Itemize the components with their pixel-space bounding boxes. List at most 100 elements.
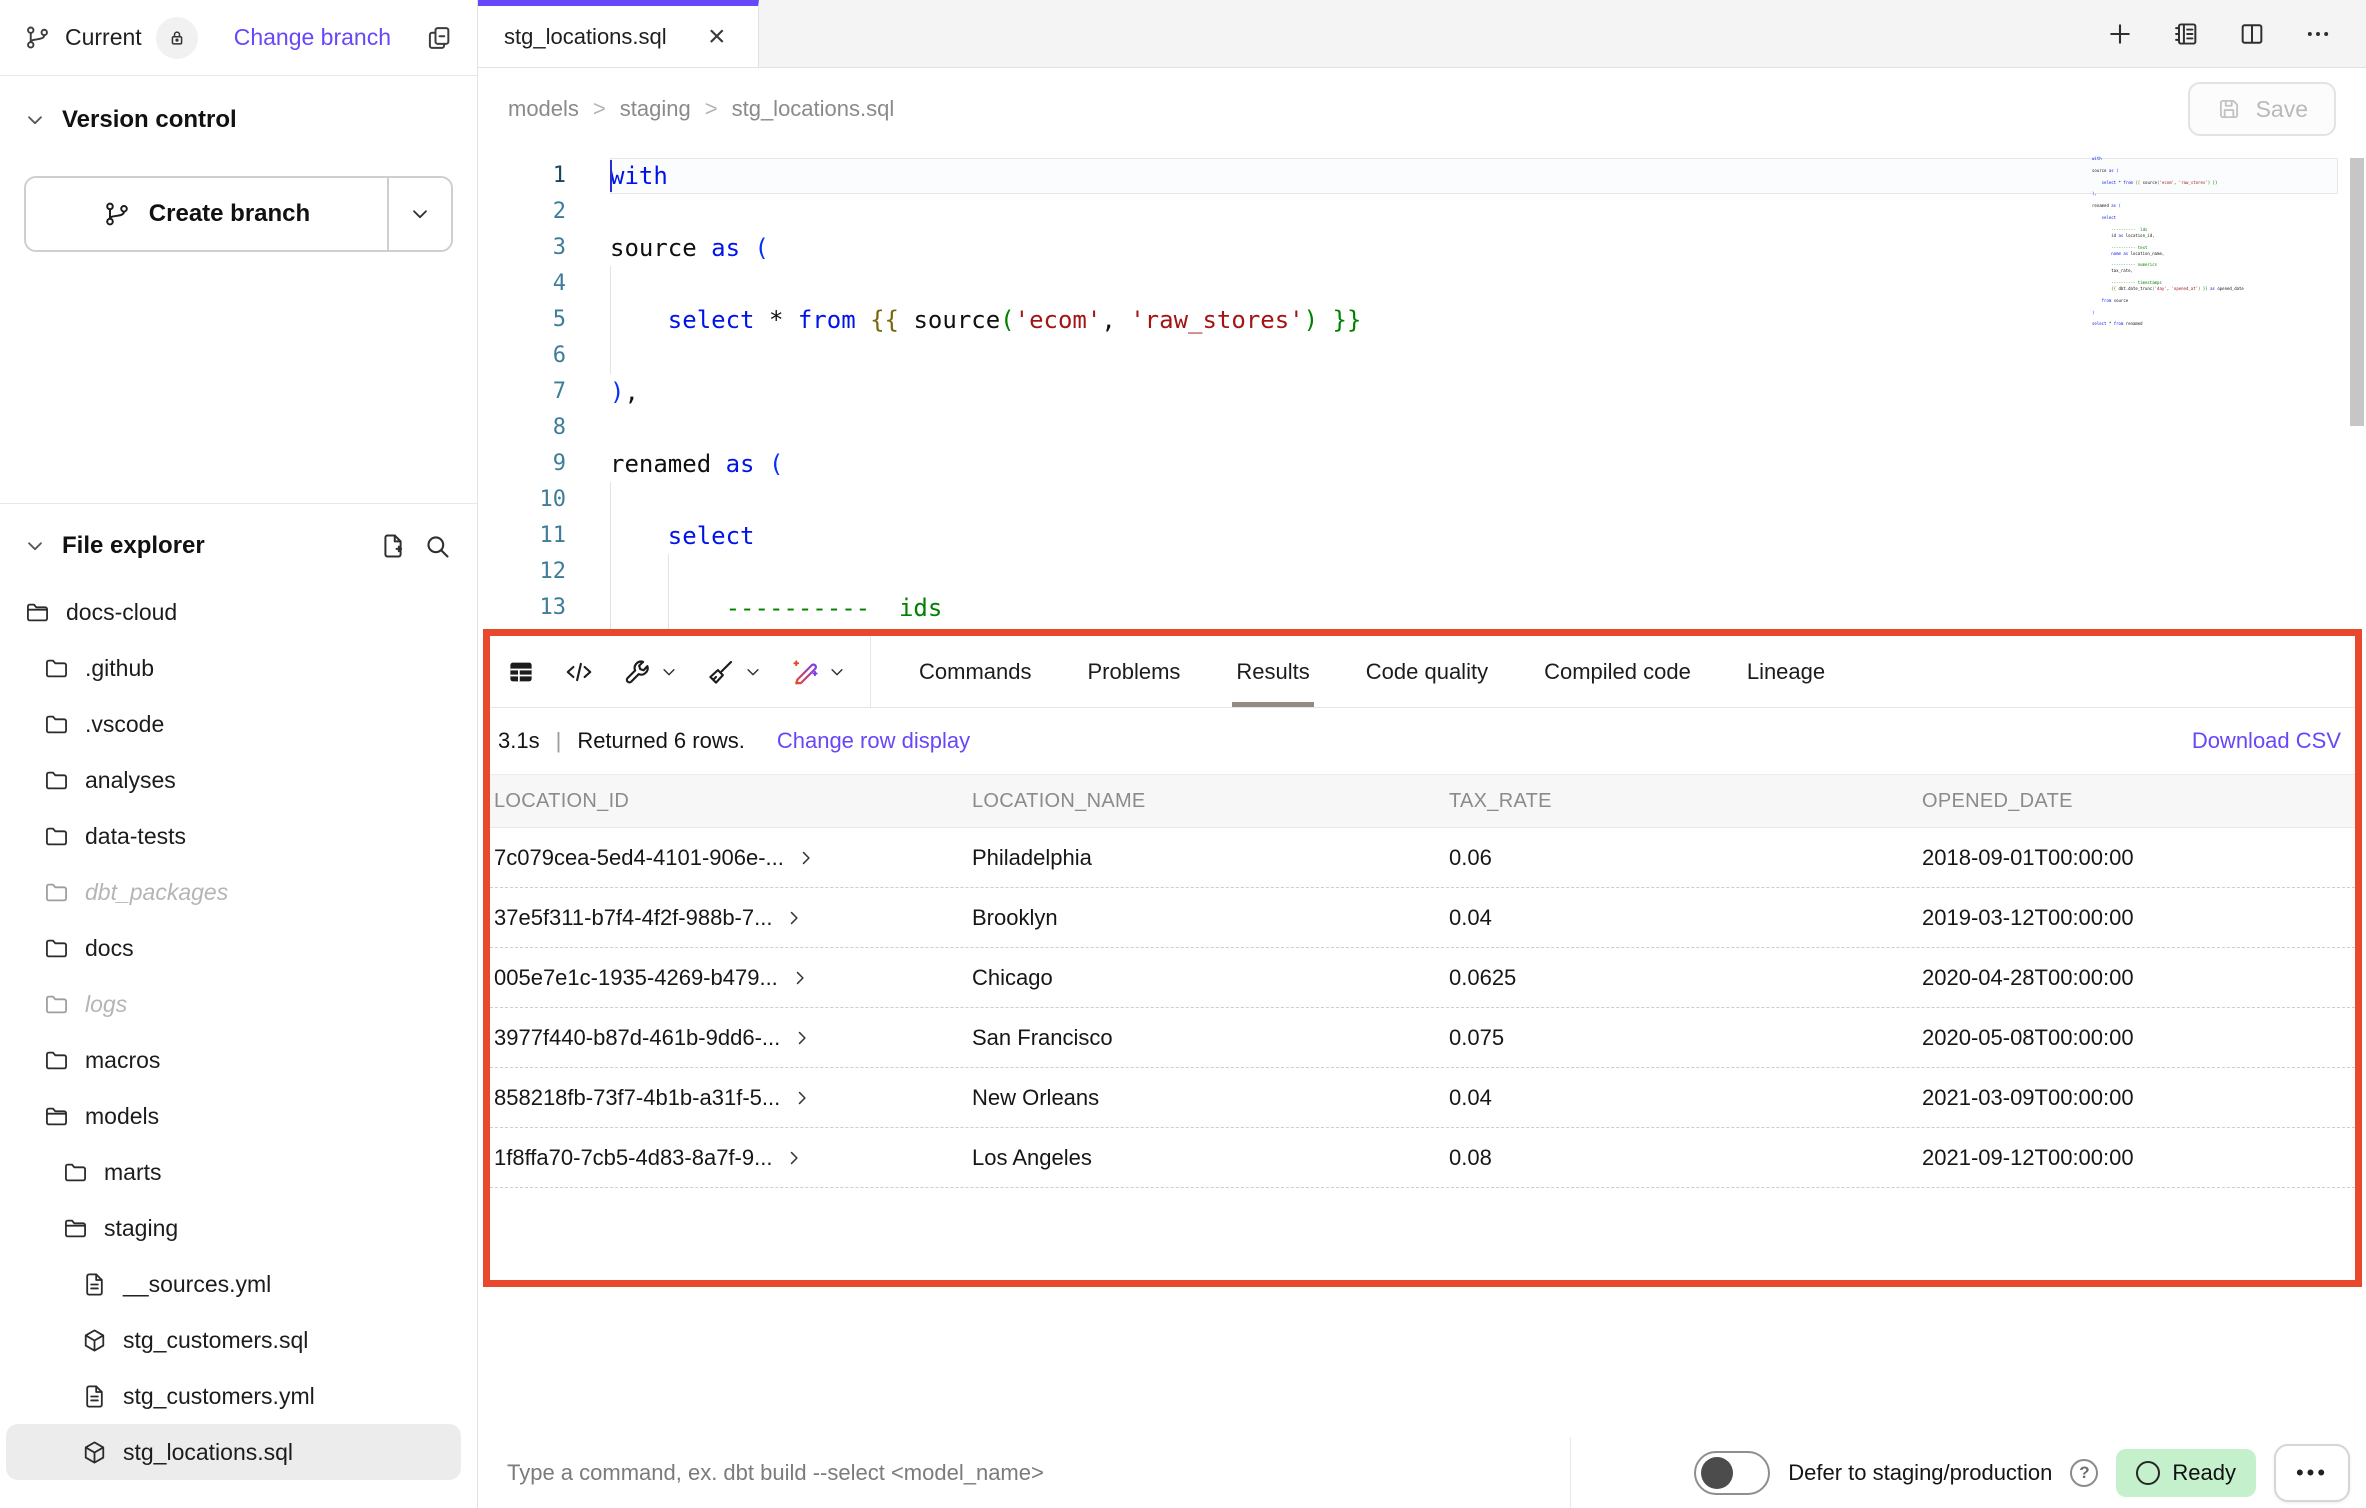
location-id-value: 858218fb-73f7-4b1b-a31f-5... [494,1085,780,1111]
broom-icon [706,657,736,687]
rows-returned-label: Returned 6 rows. [577,728,745,754]
panel-tab-results[interactable]: Results [1208,636,1337,707]
chevron-right-icon[interactable] [784,908,804,928]
tree-item-dbt-packages[interactable]: dbt_packages [6,864,461,920]
panel-tab-code-quality[interactable]: Code quality [1338,636,1516,707]
tree-item-docs-cloud[interactable]: docs-cloud [6,584,461,640]
folder-icon [43,991,70,1018]
branch-locked-badge [156,17,198,59]
tree-item-marts[interactable]: marts [6,1144,461,1200]
create-branch-menu-button[interactable] [387,178,451,250]
tree-item-label: models [85,1103,159,1130]
search-icon[interactable] [423,532,451,560]
close-icon[interactable] [708,25,732,49]
panel-tabs: CommandsProblemsResultsCode qualityCompi… [891,636,1853,707]
save-button[interactable]: Save [2188,82,2336,136]
change-row-display-link[interactable]: Change row display [777,728,970,754]
magic-tool-button[interactable] [790,657,846,687]
tree-item-label: macros [85,1047,160,1074]
download-csv-link[interactable]: Download CSV [2192,728,2341,754]
chevron-right-icon[interactable] [784,1148,804,1168]
indent-guide [610,266,611,374]
tree-item-logs[interactable]: logs [6,976,461,1032]
panel-tab-lineage[interactable]: Lineage [1719,636,1853,707]
tree-item-vscode[interactable]: .vscode [6,696,461,752]
chevron-right-icon[interactable] [792,1088,812,1108]
tree-item-label: __sources.yml [123,1271,271,1298]
tree-item-label: stg_customers.sql [123,1327,308,1354]
broom-tool-button[interactable] [706,657,762,687]
tree-item-stg-customers-sql[interactable]: stg_customers.sql [6,1312,461,1368]
more-actions-button[interactable] [2274,1444,2350,1502]
tree-item-models[interactable]: models [6,1088,461,1144]
tree-item-stg-locations-sql[interactable]: stg_locations.sql [6,1424,461,1480]
panel-tab-commands[interactable]: Commands [891,636,1059,707]
cell-tax-rate: 0.075 [1445,1025,1918,1051]
column-header-tax-rate: TAX_RATE [1445,790,1918,813]
notebook-icon[interactable] [2172,20,2200,48]
save-icon [2216,96,2242,122]
breadcrumb-item-stg-locations-sql[interactable]: stg_locations.sql [732,96,895,122]
editor-scrollbar[interactable] [2350,158,2364,426]
tree-item-macros[interactable]: macros [6,1032,461,1088]
folder-open-icon [62,1215,89,1242]
change-branch-link[interactable]: Change branch [234,24,391,51]
more-options-icon[interactable] [2304,20,2332,48]
code-text [610,410,2338,446]
git-branch-icon [24,24,51,51]
table-row: 37e5f311-b7f4-4f2f-988b-7...Brooklyn0.04… [490,888,2355,948]
tree-item-label: data-tests [85,823,186,850]
location-id-value: 3977f440-b87d-461b-9dd6-... [494,1025,780,1051]
code-text [610,194,2338,230]
results-panel: CommandsProblemsResultsCode qualityCompi… [483,629,2362,1287]
table-row: 7c079cea-5ed4-4101-906e-...Philadelphia0… [490,828,2355,888]
minimap[interactable]: with source as ( select * from {{ source… [2092,156,2342,344]
new-file-icon[interactable] [379,532,407,560]
tab-stg-locations-sql[interactable]: stg_locations.sql [478,0,759,67]
command-input[interactable] [483,1460,1533,1486]
table-tool-button[interactable] [506,657,536,687]
file-explorer-header[interactable]: File explorer [0,504,477,574]
cell-location-name: Philadelphia [968,845,1445,871]
breadcrumb-item-staging[interactable]: staging [620,96,691,122]
copy-icon[interactable] [425,24,453,52]
folder-icon [62,1159,89,1186]
chevron-right-icon[interactable] [792,1028,812,1048]
cell-location-name: San Francisco [968,1025,1445,1051]
defer-toggle[interactable] [1694,1451,1770,1495]
wrench-tool-button[interactable] [622,657,678,687]
tree-item-analyses[interactable]: analyses [6,752,461,808]
tree-item-github[interactable]: .github [6,640,461,696]
file-icon [81,1271,108,1298]
cell-location-name: Chicago [968,965,1445,991]
version-control-header[interactable]: Version control [24,106,453,134]
code-text: ), [610,374,2338,410]
create-branch-split-button: Create branch [24,176,453,252]
panel-tab-problems[interactable]: Problems [1059,636,1208,707]
tree-item-label: analyses [85,767,176,794]
chevron-right-icon[interactable] [790,968,810,988]
chevron-right-icon[interactable] [796,848,816,868]
new-tab-icon[interactable] [2106,20,2134,48]
tree-item-label: stg_customers.yml [123,1383,315,1410]
results-table: LOCATION_IDLOCATION_NAMETAX_RATEOPENED_D… [490,774,2355,1280]
code-text: ---------- ids [610,590,2338,626]
tree-item-docs[interactable]: docs [6,920,461,976]
tree-item-staging[interactable]: staging [6,1200,461,1256]
file-explorer-title: File explorer [62,532,205,560]
cell-tax-rate: 0.04 [1445,905,1918,931]
panel-tab-compiled-code[interactable]: Compiled code [1516,636,1719,707]
column-header-location-name: LOCATION_NAME [968,790,1445,813]
tree-item-sources-yml[interactable]: __sources.yml [6,1256,461,1312]
split-editor-icon[interactable] [2238,20,2266,48]
location-id-value: 005e7e1c-1935-4269-b479... [494,965,778,991]
create-branch-button[interactable]: Create branch [26,178,387,250]
tree-item-stg-customers-yml[interactable]: stg_customers.yml [6,1368,461,1424]
help-icon[interactable]: ? [2070,1459,2098,1487]
folder-icon [43,655,70,682]
code-tool-button[interactable] [564,657,594,687]
breadcrumb-item-models[interactable]: models [508,96,579,122]
code-text [610,266,2338,302]
query-duration: 3.1s [498,728,540,754]
tree-item-data-tests[interactable]: data-tests [6,808,461,864]
